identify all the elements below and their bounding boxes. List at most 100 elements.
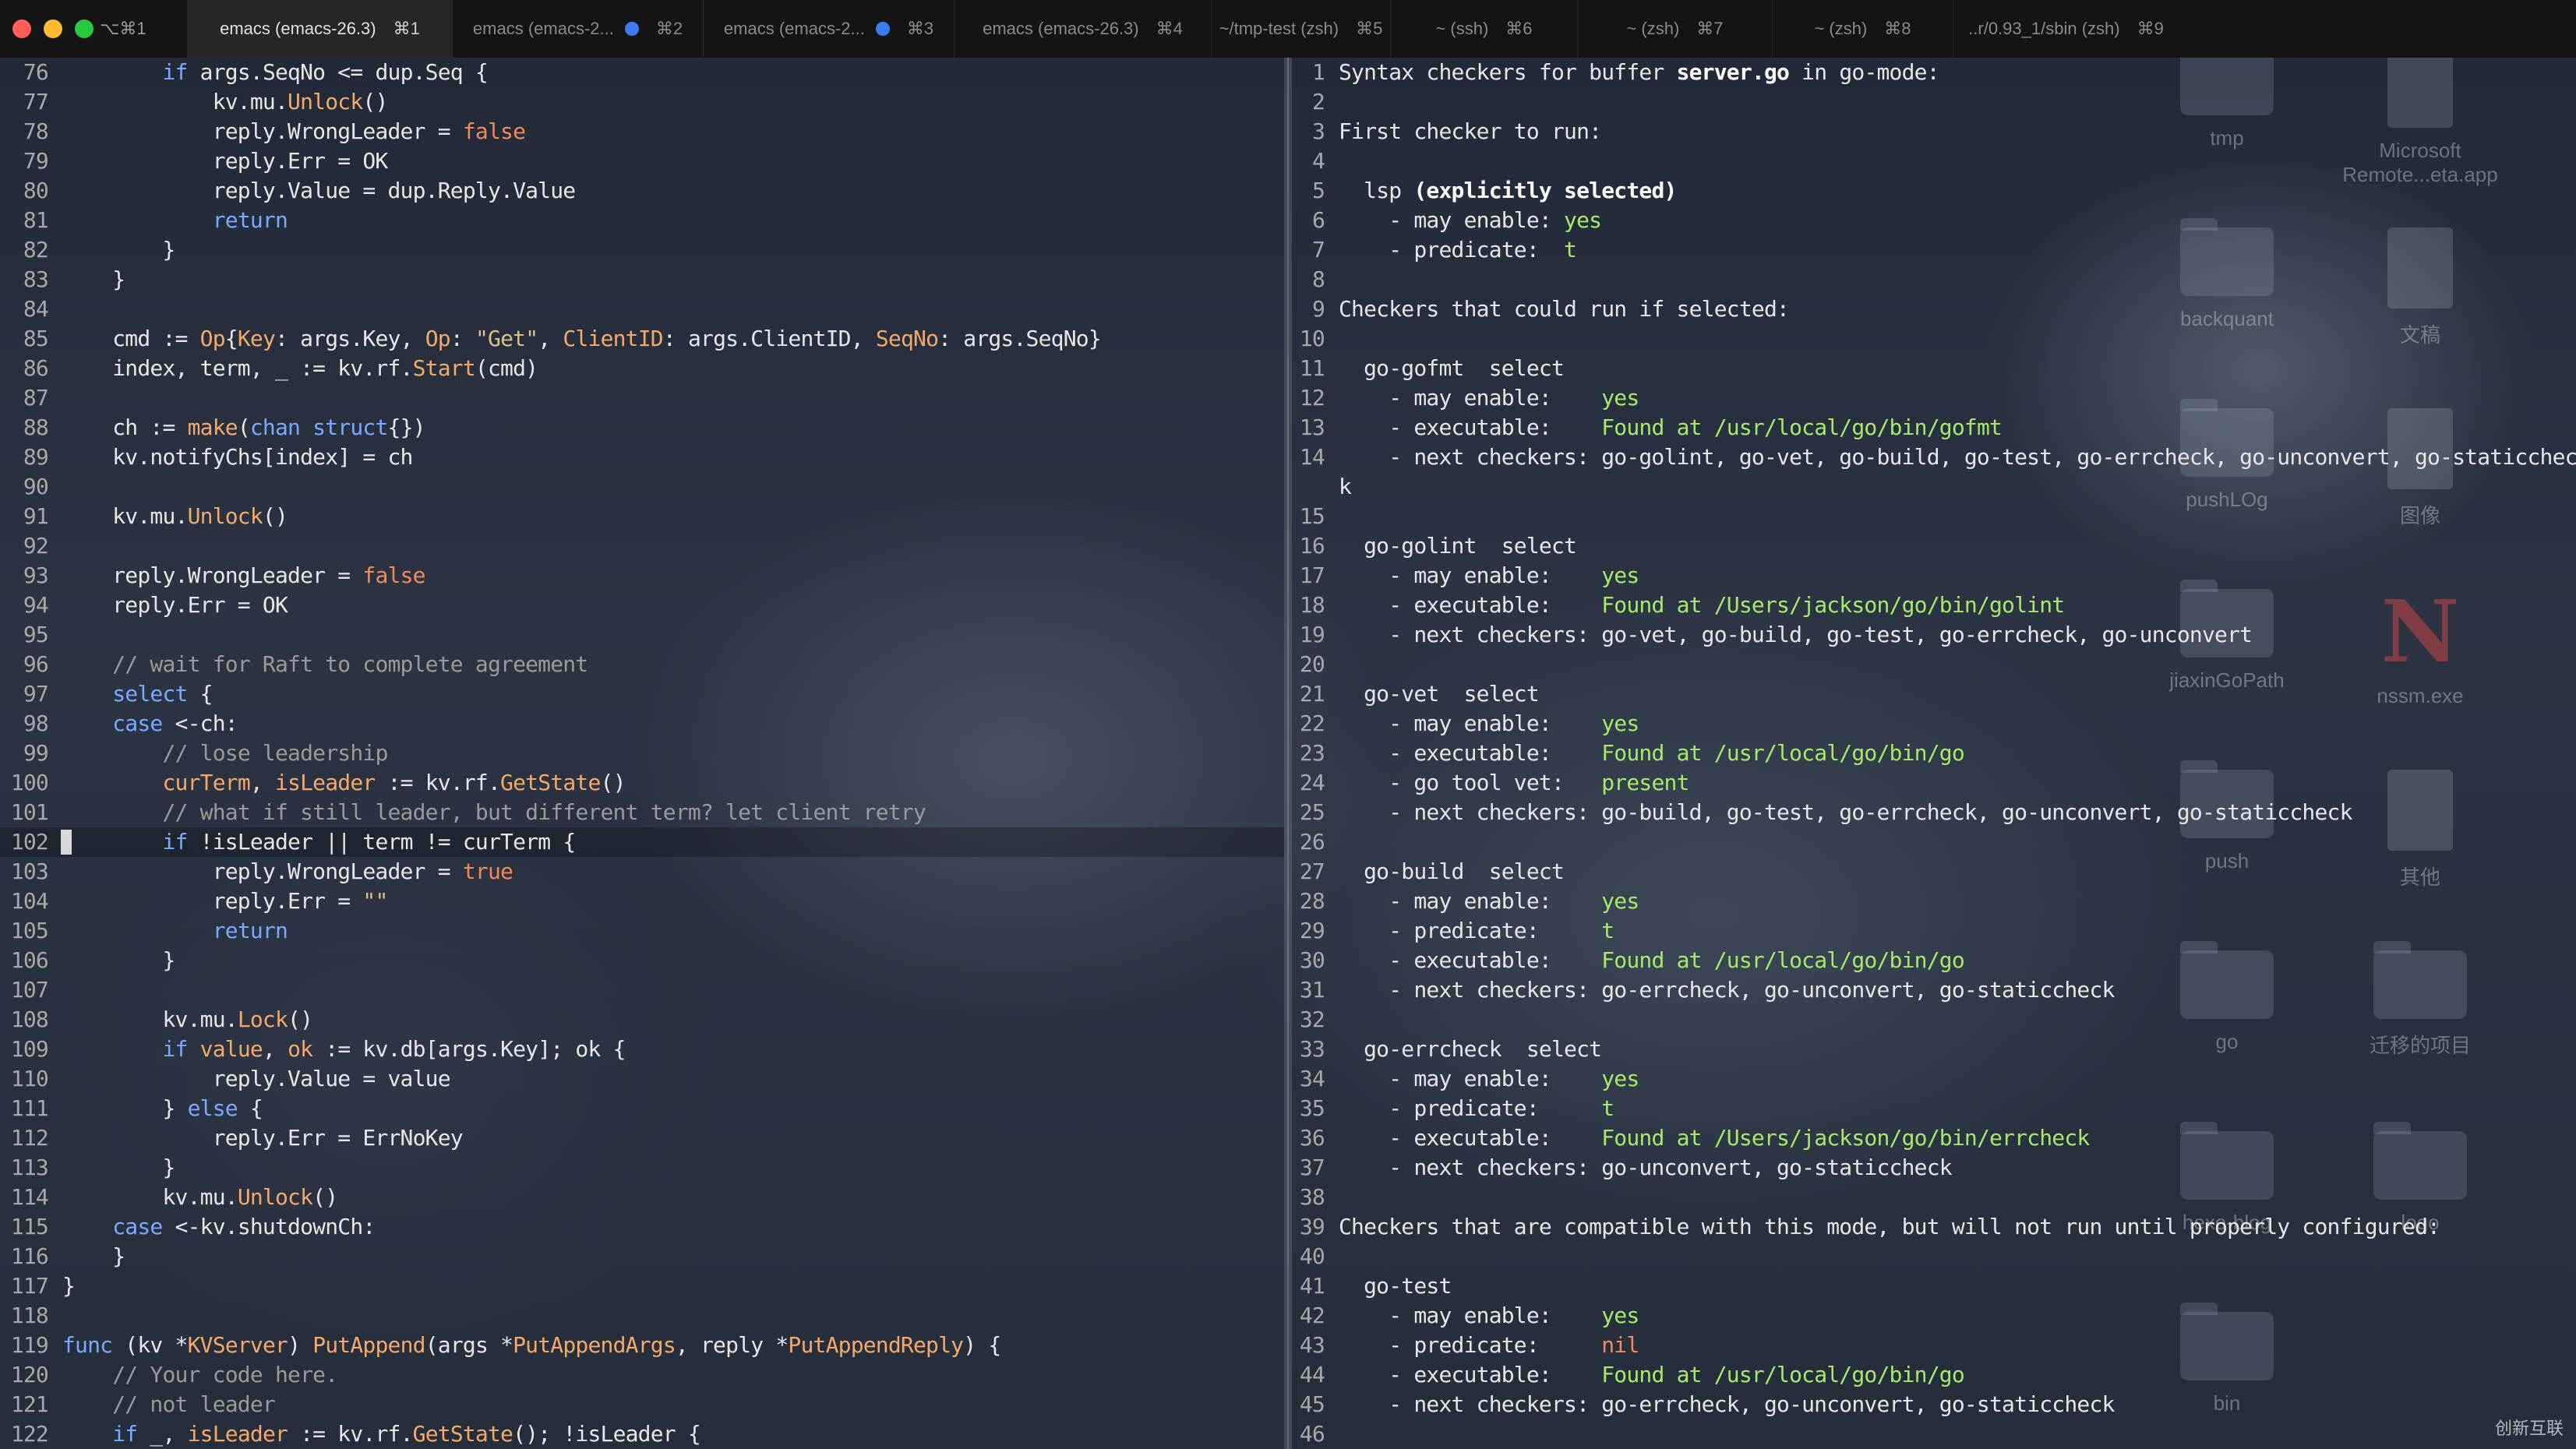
code-line[interactable]: 9 Checkers that could run if selected: <box>1297 294 2576 324</box>
code-line[interactable]: 8 <box>1297 265 2576 294</box>
code-line[interactable]: 28 - may enable: yes <box>1297 887 2576 916</box>
code-line[interactable]: 23 - executable: Found at /usr/local/go/… <box>1297 739 2576 768</box>
editor-pane-server-go[interactable]: 76 if args.SeqNo <= dup.Seq {77 kv.mu.Un… <box>0 58 1284 1449</box>
code-line[interactable]: 20 <box>1297 650 2576 679</box>
code-line[interactable]: 15 <box>1297 502 2576 531</box>
code-line[interactable]: 76 if args.SeqNo <= dup.Seq { <box>0 58 1284 87</box>
code-line[interactable]: 102 if !isLeader || term != curTerm { <box>0 827 1284 857</box>
code-line[interactable]: 103 reply.WrongLeader = true <box>0 857 1284 887</box>
code-line[interactable]: 24 - go tool vet: present <box>1297 768 2576 798</box>
code-line[interactable]: 83 } <box>0 265 1284 294</box>
code-line[interactable]: 81 return <box>0 206 1284 235</box>
code-line[interactable]: 14 - next checkers: go-golint, go-vet, g… <box>1297 442 2576 472</box>
zoom-button[interactable] <box>75 19 94 38</box>
code-line[interactable]: 19 - next checkers: go-vet, go-build, go… <box>1297 620 2576 650</box>
code-line[interactable]: 80 reply.Value = dup.Reply.Value <box>0 176 1284 206</box>
code-line[interactable]: 121 // not leader <box>0 1390 1284 1419</box>
code-line[interactable]: 5 lsp (explicitly selected) <box>1297 176 2576 206</box>
code-line[interactable]: 77 kv.mu.Unlock() <box>0 87 1284 117</box>
code-line[interactable]: 90 <box>0 472 1284 502</box>
code-line[interactable]: 36 - executable: Found at /Users/jackson… <box>1297 1123 2576 1153</box>
code-line[interactable]: 107 <box>0 975 1284 1005</box>
code-line[interactable]: 11 go-gofmt select <box>1297 354 2576 383</box>
code-line[interactable]: 115 case <-kv.shutdownCh: <box>0 1212 1284 1242</box>
code-line[interactable]: 25 - next checkers: go-build, go-test, g… <box>1297 798 2576 827</box>
code-line[interactable]: 88 ch := make(chan struct{}) <box>0 413 1284 442</box>
code-line[interactable]: 79 reply.Err = OK <box>0 146 1284 176</box>
code-line[interactable]: 7 - predicate: t <box>1297 235 2576 265</box>
window-split-divider[interactable] <box>1284 58 1292 1449</box>
code-line[interactable]: 100 curTerm, isLeader := kv.rf.GetState(… <box>0 768 1284 798</box>
code-line[interactable]: 93 reply.WrongLeader = false <box>0 561 1284 591</box>
code-line[interactable]: 29 - predicate: t <box>1297 916 2576 946</box>
close-button[interactable] <box>12 19 31 38</box>
tab-4[interactable]: emacs (emacs-26.3) ⌘4 <box>954 0 1211 58</box>
code-line[interactable]: 82 } <box>0 235 1284 265</box>
code-line[interactable]: 35 - predicate: t <box>1297 1094 2576 1123</box>
code-line[interactable]: 87 <box>0 383 1284 413</box>
code-line[interactable]: k <box>1297 472 2576 502</box>
code-line[interactable]: 44 - executable: Found at /usr/local/go/… <box>1297 1360 2576 1390</box>
code-line[interactable]: 118 <box>0 1301 1284 1331</box>
tab-8[interactable]: ~ (zsh) ⌘8 <box>1772 0 1953 58</box>
code-line[interactable]: 22 - may enable: yes <box>1297 709 2576 739</box>
code-line[interactable]: 42 - may enable: yes <box>1297 1301 2576 1331</box>
code-line[interactable]: 92 <box>0 531 1284 561</box>
code-line[interactable]: 96 // wait for Raft to complete agreemen… <box>0 650 1284 679</box>
code-line[interactable]: 101 // what if still leader, but differe… <box>0 798 1284 827</box>
code-line[interactable]: 18 - executable: Found at /Users/jackson… <box>1297 591 2576 620</box>
tab-9[interactable]: ..r/0.93_1/sbin (zsh) ⌘9 <box>1953 0 2179 58</box>
code-line[interactable]: 6 - may enable: yes <box>1297 206 2576 235</box>
code-line[interactable]: 16 go-golint select <box>1297 531 2576 561</box>
code-line[interactable]: 37 - next checkers: go-unconvert, go-sta… <box>1297 1153 2576 1183</box>
code-line[interactable]: 34 - may enable: yes <box>1297 1064 2576 1094</box>
code-line[interactable]: 21 go-vet select <box>1297 679 2576 709</box>
code-line[interactable]: 98 case <-ch: <box>0 709 1284 739</box>
code-line[interactable]: 109 if value, ok := kv.db[args.Key]; ok … <box>0 1035 1284 1064</box>
code-line[interactable]: 104 reply.Err = "" <box>0 887 1284 916</box>
code-line[interactable]: 26 <box>1297 827 2576 857</box>
code-line[interactable]: 41 go-test <box>1297 1271 2576 1301</box>
code-line[interactable]: 86 index, term, _ := kv.rf.Start(cmd) <box>0 354 1284 383</box>
code-line[interactable]: 13 - executable: Found at /usr/local/go/… <box>1297 413 2576 442</box>
code-line[interactable]: 4 <box>1297 146 2576 176</box>
code-line[interactable]: 32 <box>1297 1005 2576 1035</box>
code-line[interactable]: 43 - predicate: nil <box>1297 1331 2576 1360</box>
tab-7[interactable]: ~ (zsh) ⌘7 <box>1577 0 1772 58</box>
code-line[interactable]: 40 <box>1297 1242 2576 1271</box>
code-line[interactable]: 94 reply.Err = OK <box>0 591 1284 620</box>
code-line[interactable]: 78 reply.WrongLeader = false <box>0 117 1284 146</box>
code-line[interactable]: 89 kv.notifyChs[index] = ch <box>0 442 1284 472</box>
code-line[interactable]: 122 if _, isLeader := kv.rf.GetState(); … <box>0 1419 1284 1449</box>
code-line[interactable]: 120 // Your code here. <box>0 1360 1284 1390</box>
code-line[interactable]: 91 kv.mu.Unlock() <box>0 502 1284 531</box>
code-line[interactable]: 85 cmd := Op{Key: args.Key, Op: "Get", C… <box>0 324 1284 354</box>
code-line[interactable]: 106 } <box>0 946 1284 975</box>
code-line[interactable]: 111 } else { <box>0 1094 1284 1123</box>
tab-2[interactable]: emacs (emacs-2... ⌘2 <box>452 0 703 58</box>
tab-1[interactable]: emacs (emacs-26.3) ⌘1 <box>187 0 452 58</box>
code-line[interactable]: 1 Syntax checkers for buffer server.go in… <box>1297 58 2576 87</box>
code-line[interactable]: 3 First checker to run: <box>1297 117 2576 146</box>
code-line[interactable]: 10 <box>1297 324 2576 354</box>
tab-5[interactable]: ~/tmp-test (zsh) ⌘5 <box>1211 0 1390 58</box>
code-line[interactable]: 114 kv.mu.Unlock() <box>0 1183 1284 1212</box>
code-line[interactable]: 30 - executable: Found at /usr/local/go/… <box>1297 946 2576 975</box>
code-line[interactable]: 2 <box>1297 87 2576 117</box>
minimize-button[interactable] <box>44 19 62 38</box>
code-line[interactable]: 38 <box>1297 1183 2576 1212</box>
code-line[interactable]: 39 Checkers that are compatible with this… <box>1297 1212 2576 1242</box>
code-line[interactable]: 112 reply.Err = ErrNoKey <box>0 1123 1284 1153</box>
code-line[interactable]: 105 return <box>0 916 1284 946</box>
code-line[interactable]: 119 func (kv *KVServer) PutAppend(args *P… <box>0 1331 1284 1360</box>
code-line[interactable]: 99 // lose leadership <box>0 739 1284 768</box>
editor-pane-flycheck-checkers[interactable]: 1 Syntax checkers for buffer server.go in… <box>1297 58 2576 1449</box>
code-line[interactable]: 113 } <box>0 1153 1284 1183</box>
code-line[interactable]: 27 go-build select <box>1297 857 2576 887</box>
code-line[interactable]: 97 select { <box>0 679 1284 709</box>
code-line[interactable]: 12 - may enable: yes <box>1297 383 2576 413</box>
code-line[interactable]: 95 <box>0 620 1284 650</box>
code-line[interactable]: 110 reply.Value = value <box>0 1064 1284 1094</box>
code-line[interactable]: 108 kv.mu.Lock() <box>0 1005 1284 1035</box>
code-line[interactable]: 46 <box>1297 1419 2576 1449</box>
